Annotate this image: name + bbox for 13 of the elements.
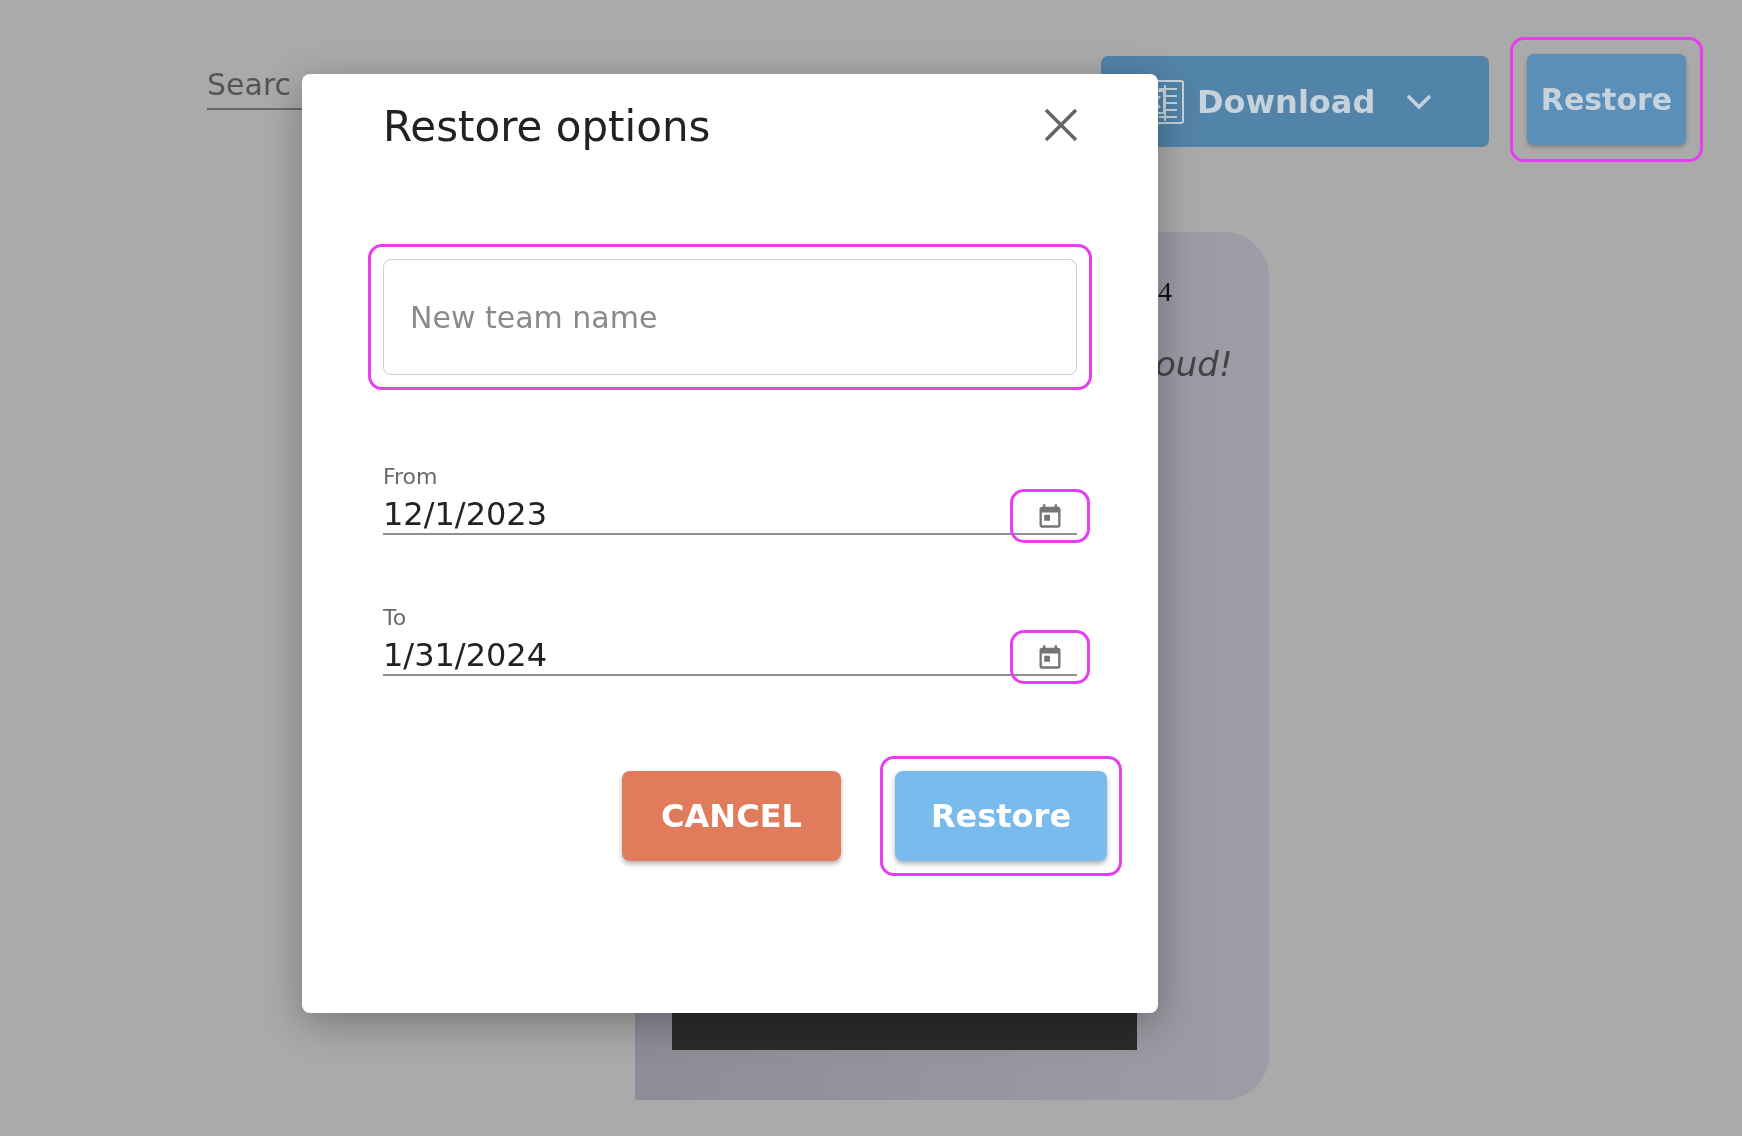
cancel-button[interactable]: CANCEL xyxy=(622,771,841,861)
search-field[interactable]: Searc xyxy=(207,67,337,110)
restore-button[interactable]: Restore xyxy=(1527,54,1686,145)
date-field[interactable]: 1/31/2024 xyxy=(383,636,1010,674)
team-name-field[interactable]: New team name xyxy=(383,259,1077,375)
chevron-down-icon xyxy=(1405,92,1434,111)
restore-button[interactable]: Restore xyxy=(895,771,1107,861)
dialog-title: Restore options xyxy=(383,102,711,151)
date-field[interactable]: 12/1/2023 xyxy=(383,495,1010,533)
field-label: To xyxy=(383,605,408,630)
field-label: From xyxy=(383,464,439,489)
card-text: oud! xyxy=(1155,344,1234,384)
card-text: 4 xyxy=(1158,276,1173,308)
